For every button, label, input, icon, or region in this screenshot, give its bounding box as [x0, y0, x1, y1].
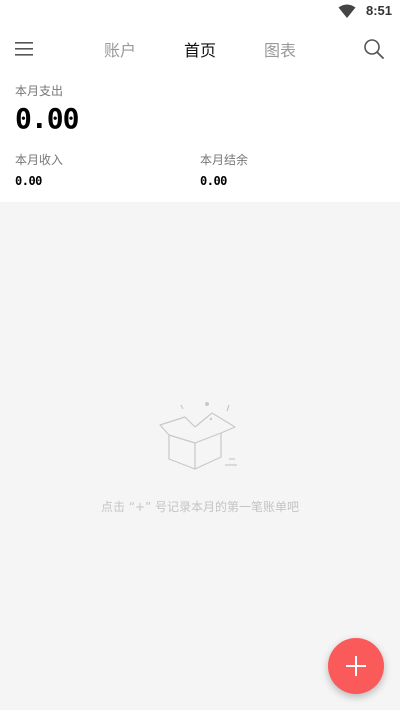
plus-icon [346, 656, 366, 676]
wifi-icon [338, 4, 356, 18]
monthly-summary-card: 本月支出 0.00 本月收入 0.00 本月结余 0.00 [0, 74, 400, 202]
add-bill-button[interactable] [328, 638, 384, 694]
monthly-expense-label: 本月支出 [15, 84, 64, 98]
monthly-balance-value: 0.00 [200, 174, 227, 188]
tab-charts[interactable]: 图表 [264, 37, 296, 61]
tab-home[interactable]: 首页 [184, 37, 216, 61]
empty-state-hint: 点击 “+” 号记录本月的第一笔账单吧 [100, 500, 300, 514]
tab-bar: 账户 首页 图表 [0, 24, 400, 74]
search-icon[interactable] [362, 37, 386, 61]
monthly-balance-label: 本月结余 [200, 153, 249, 167]
tab-accounts[interactable]: 账户 [104, 37, 136, 61]
status-bar: 8:51 [0, 0, 400, 24]
empty-box-icon [159, 402, 237, 470]
bill-list-area: 点击 “+” 号记录本月的第一笔账单吧 [0, 202, 400, 710]
monthly-income-label: 本月收入 [15, 153, 64, 167]
monthly-expense-value: 0.00 [15, 102, 79, 135]
top-navigation-bar: 账户 首页 图表 [0, 24, 400, 74]
status-time: 8:51 [365, 3, 392, 18]
monthly-income-value: 0.00 [15, 174, 42, 188]
hamburger-menu-icon[interactable] [14, 39, 36, 59]
